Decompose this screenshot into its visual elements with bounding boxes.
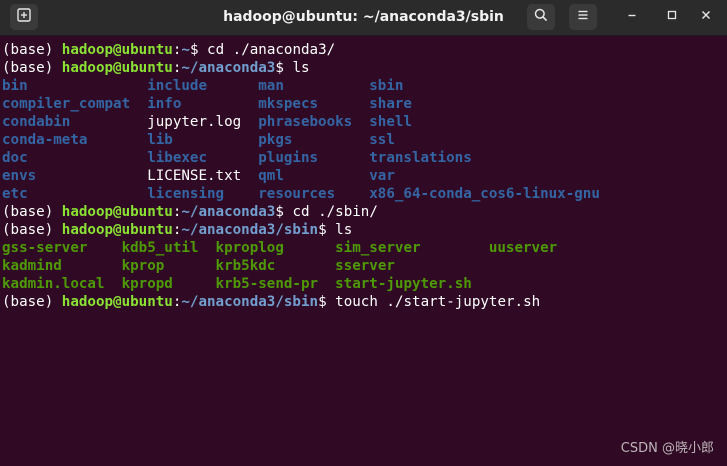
file-entry: phrasebooks bbox=[258, 114, 353, 130]
close-icon bbox=[700, 8, 712, 26]
file-entry: gss-server bbox=[2, 240, 88, 256]
menu-button[interactable] bbox=[569, 4, 597, 30]
close-button[interactable] bbox=[693, 4, 719, 30]
prompt-path: ~/anaconda3/sbin bbox=[181, 222, 319, 238]
file-entry: x86_64-conda_cos6-linux-gnu bbox=[369, 186, 600, 202]
file-entry: sserver bbox=[335, 258, 395, 274]
search-icon bbox=[533, 7, 549, 28]
file-entry: LICENSE.txt bbox=[147, 168, 242, 184]
search-button[interactable] bbox=[527, 4, 555, 30]
prompt-line: (base) hadoop@ubuntu:~/anaconda3$ ls bbox=[2, 59, 727, 77]
file-entry: info bbox=[147, 96, 182, 112]
file-entry: translations bbox=[369, 150, 472, 166]
ls-output-row: kadmin.local kpropd krb5-send-pr start-jupy… bbox=[2, 275, 727, 293]
command-text: ls bbox=[292, 60, 310, 76]
file-entry: kpropd bbox=[121, 276, 173, 292]
prompt-line: (base) hadoop@ubuntu:~/anaconda3/sbin$ t… bbox=[2, 293, 727, 311]
maximize-button[interactable] bbox=[659, 4, 685, 30]
file-entry: kadmind bbox=[2, 258, 62, 274]
command-text: cd ./sbin/ bbox=[292, 204, 378, 220]
file-entry: uuserver bbox=[488, 240, 558, 256]
new-tab-button[interactable] bbox=[10, 4, 38, 30]
prompt-user-host: hadoop@ubuntu bbox=[61, 42, 173, 58]
file-entry: licensing bbox=[147, 186, 225, 202]
command-text: cd ./anaconda3/ bbox=[207, 42, 336, 58]
file-entry: include bbox=[147, 78, 207, 94]
ls-output-row: gss-server kdb5_util kproplog sim_server uus… bbox=[2, 239, 727, 257]
file-entry: etc bbox=[2, 186, 28, 202]
file-entry: mkspecs bbox=[258, 96, 319, 112]
file-entry: lib bbox=[147, 132, 173, 148]
file-entry: var bbox=[369, 168, 395, 184]
ls-output-row: doc libexec plugins translations bbox=[2, 149, 727, 167]
prompt-user-host: hadoop@ubuntu bbox=[61, 294, 173, 310]
minimize-icon bbox=[626, 8, 638, 26]
maximize-icon bbox=[666, 8, 678, 26]
prompt-symbol: $ bbox=[318, 294, 336, 310]
file-entry: envs bbox=[2, 168, 37, 184]
file-entry: conda-meta bbox=[2, 132, 88, 148]
prompt-path: ~/anaconda3 bbox=[181, 204, 276, 220]
file-entry: compiler_compat bbox=[2, 96, 131, 112]
prompt-user-host: hadoop@ubuntu bbox=[61, 222, 173, 238]
prompt-line: (base) hadoop@ubuntu:~$ cd ./anaconda3/ bbox=[2, 41, 727, 59]
prompt-symbol: $ bbox=[318, 222, 336, 238]
watermark: CSDN @晓小郎 bbox=[620, 441, 714, 456]
file-entry: bin bbox=[2, 78, 28, 94]
hamburger-menu-icon bbox=[575, 7, 591, 28]
file-entry: start-jupyter.sh bbox=[335, 276, 472, 292]
command-text: ls bbox=[335, 222, 353, 238]
ls-output-row: compiler_compat info mkspecs share bbox=[2, 95, 727, 113]
terminal-output[interactable]: (base) hadoop@ubuntu:~$ cd ./anaconda3/(… bbox=[0, 36, 727, 466]
prompt-symbol: $ bbox=[189, 42, 208, 58]
ls-output-row: bin include man sbin bbox=[2, 77, 727, 95]
prompt-path: ~ bbox=[181, 42, 190, 58]
file-entry: ssl bbox=[369, 132, 395, 148]
conda-env-label: (base) bbox=[2, 60, 62, 76]
file-entry: plugins bbox=[258, 150, 319, 166]
file-entry: krb5-send-pr bbox=[215, 276, 319, 292]
conda-env-label: (base) bbox=[2, 294, 62, 310]
prompt-symbol: $ bbox=[275, 60, 293, 76]
prompt-path: ~/anaconda3 bbox=[181, 60, 276, 76]
file-entry: share bbox=[369, 96, 412, 112]
prompt-user-host: hadoop@ubuntu bbox=[61, 60, 173, 76]
file-entry: shell bbox=[369, 114, 412, 130]
ls-output-row: envs LICENSE.txt qml var bbox=[2, 167, 727, 185]
file-entry: condabin bbox=[2, 114, 71, 130]
file-entry: sim_server bbox=[335, 240, 421, 256]
title-bar: hadoop@ubuntu: ~/anaconda3/sbin bbox=[0, 0, 727, 36]
conda-env-label: (base) bbox=[2, 42, 62, 58]
command-text: touch ./start-jupyter.sh bbox=[335, 294, 541, 310]
ls-output-row: etc licensing resources x86_64-conda_cos6-l… bbox=[2, 185, 727, 203]
ls-output-row: kadmind kprop krb5kdc sserver bbox=[2, 257, 727, 275]
file-entry: resources bbox=[258, 186, 336, 202]
ls-output-row: condabin jupyter.log phrasebooks shell bbox=[2, 113, 727, 131]
conda-env-label: (base) bbox=[2, 222, 62, 238]
file-entry: kprop bbox=[121, 258, 165, 274]
prompt-user-host: hadoop@ubuntu bbox=[61, 204, 173, 220]
file-entry: kdb5_util bbox=[121, 240, 199, 256]
file-entry: kproplog bbox=[215, 240, 284, 256]
file-entry: kadmin.local bbox=[2, 276, 105, 292]
ls-output-row: conda-meta lib pkgs ssl bbox=[2, 131, 727, 149]
file-entry: qml bbox=[258, 168, 284, 184]
terminal-window: hadoop@ubuntu: ~/anaconda3/sbin (base) h… bbox=[0, 0, 727, 466]
file-entry: libexec bbox=[147, 150, 207, 166]
file-entry: krb5kdc bbox=[215, 258, 276, 274]
file-entry: pkgs bbox=[258, 132, 293, 148]
prompt-path: ~/anaconda3/sbin bbox=[181, 294, 319, 310]
minimize-button[interactable] bbox=[619, 4, 645, 30]
prompt-line: (base) hadoop@ubuntu:~/anaconda3/sbin$ l… bbox=[2, 221, 727, 239]
file-entry: sbin bbox=[369, 78, 404, 94]
new-tab-icon bbox=[16, 7, 32, 28]
file-entry: doc bbox=[2, 150, 28, 166]
file-entry: jupyter.log bbox=[147, 114, 242, 130]
prompt-line: (base) hadoop@ubuntu:~/anaconda3$ cd ./s… bbox=[2, 203, 727, 221]
window-title: hadoop@ubuntu: ~/anaconda3/sbin bbox=[223, 9, 504, 25]
prompt-symbol: $ bbox=[275, 204, 293, 220]
file-entry: man bbox=[258, 78, 284, 94]
conda-env-label: (base) bbox=[2, 204, 62, 220]
